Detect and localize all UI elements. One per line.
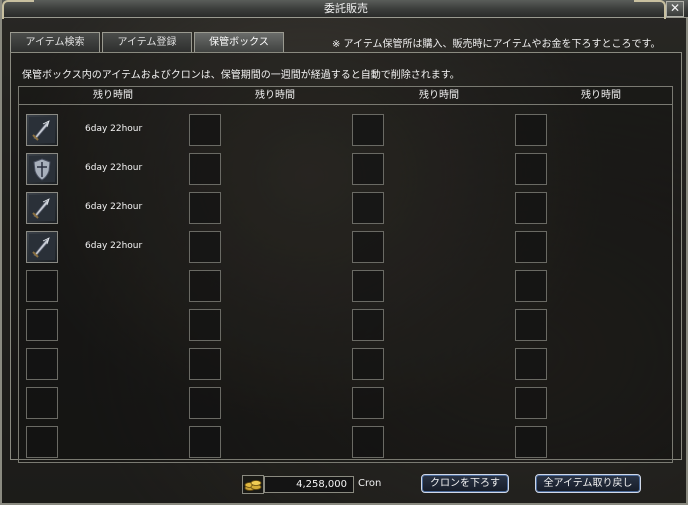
storage-slot-empty[interactable] [26, 348, 58, 380]
storage-slot-empty[interactable] [189, 153, 221, 185]
column-header: 残り時間 [419, 90, 459, 101]
storage-slot-empty[interactable] [352, 231, 384, 263]
storage-slot-empty[interactable] [515, 348, 547, 380]
storage-slot-empty[interactable] [26, 309, 58, 341]
storage-slot-filled[interactable] [26, 153, 58, 185]
storage-slot-empty[interactable] [352, 192, 384, 224]
storage-slot-empty[interactable] [189, 309, 221, 341]
column-header: 残り時間 [581, 90, 621, 101]
storage-slot-empty[interactable] [189, 231, 221, 263]
storage-slot-empty[interactable] [515, 387, 547, 419]
withdraw-all-items-button[interactable]: 全アイテム取り戻し [535, 474, 641, 493]
storage-slot-empty[interactable] [26, 426, 58, 458]
storage-slot-empty[interactable] [352, 153, 384, 185]
button-label: クロンを下ろす [430, 478, 500, 489]
window-title: 委託販売 [324, 2, 368, 15]
close-icon: ✕ [669, 1, 681, 15]
gold-coins-icon [242, 475, 264, 494]
title-corner-right [634, 0, 666, 19]
storage-slot-empty[interactable] [352, 114, 384, 146]
storage-grid [18, 86, 673, 463]
column-header: 残り時間 [255, 90, 295, 101]
storage-slot-filled[interactable] [26, 192, 58, 224]
storage-notice: 保管ボックス内のアイテムおよびクロンは、保管期間の一週間が経過すると自動で削除さ… [22, 70, 460, 81]
storage-slot-empty[interactable] [26, 270, 58, 302]
storage-slot-empty[interactable] [515, 114, 547, 146]
storage-slot-empty[interactable] [189, 348, 221, 380]
storage-slot-empty[interactable] [515, 153, 547, 185]
storage-slot-filled[interactable] [26, 231, 58, 263]
tab-note: ※ アイテム保管所は購入、販売時にアイテムやお金を下ろすところです。 [332, 39, 661, 50]
remaining-time: 6day 22hour [85, 202, 143, 212]
cron-amount: 4,258,000 [264, 476, 354, 493]
column-header: 残り時間 [93, 90, 133, 101]
storage-slot-empty[interactable] [189, 426, 221, 458]
tab-item-register[interactable]: アイテム登録 [102, 32, 192, 52]
tab-label: アイテム検索 [25, 37, 85, 48]
storage-slot-filled[interactable] [26, 114, 58, 146]
consignment-window: 委託販売 ✕ アイテム検索 アイテム登録 保管ボックス ※ アイテム保管所は購入… [0, 0, 688, 505]
storage-slot-empty[interactable] [515, 270, 547, 302]
currency-label: Cron [358, 478, 382, 489]
storage-slot-empty[interactable] [26, 387, 58, 419]
storage-slot-empty[interactable] [189, 192, 221, 224]
storage-slot-empty[interactable] [352, 309, 384, 341]
close-button[interactable]: ✕ [666, 1, 684, 17]
storage-slot-empty[interactable] [189, 387, 221, 419]
tab-label: 保管ボックス [209, 37, 269, 48]
storage-slot-empty[interactable] [352, 426, 384, 458]
tab-label: アイテム登録 [117, 37, 177, 48]
storage-slot-empty[interactable] [352, 270, 384, 302]
grid-header: 残り時間 残り時間 残り時間 残り時間 [19, 87, 672, 105]
remaining-time: 6day 22hour [85, 124, 143, 134]
button-label: 全アイテム取り戻し [543, 478, 633, 489]
storage-slot-empty[interactable] [189, 114, 221, 146]
remaining-time: 6day 22hour [85, 163, 143, 173]
storage-slot-empty[interactable] [515, 192, 547, 224]
tab-item-search[interactable]: アイテム検索 [10, 32, 100, 52]
storage-slot-empty[interactable] [515, 426, 547, 458]
title-corner-left [2, 0, 34, 19]
withdraw-cron-button[interactable]: クロンを下ろす [421, 474, 509, 493]
storage-slot-empty[interactable] [189, 270, 221, 302]
storage-slot-empty[interactable] [352, 387, 384, 419]
tab-storage-box[interactable]: 保管ボックス [194, 32, 284, 53]
storage-slot-empty[interactable] [352, 348, 384, 380]
title-bar: 委託販売 [2, 0, 688, 18]
remaining-time: 6day 22hour [85, 241, 143, 251]
storage-slot-empty[interactable] [515, 231, 547, 263]
storage-slot-empty[interactable] [515, 309, 547, 341]
